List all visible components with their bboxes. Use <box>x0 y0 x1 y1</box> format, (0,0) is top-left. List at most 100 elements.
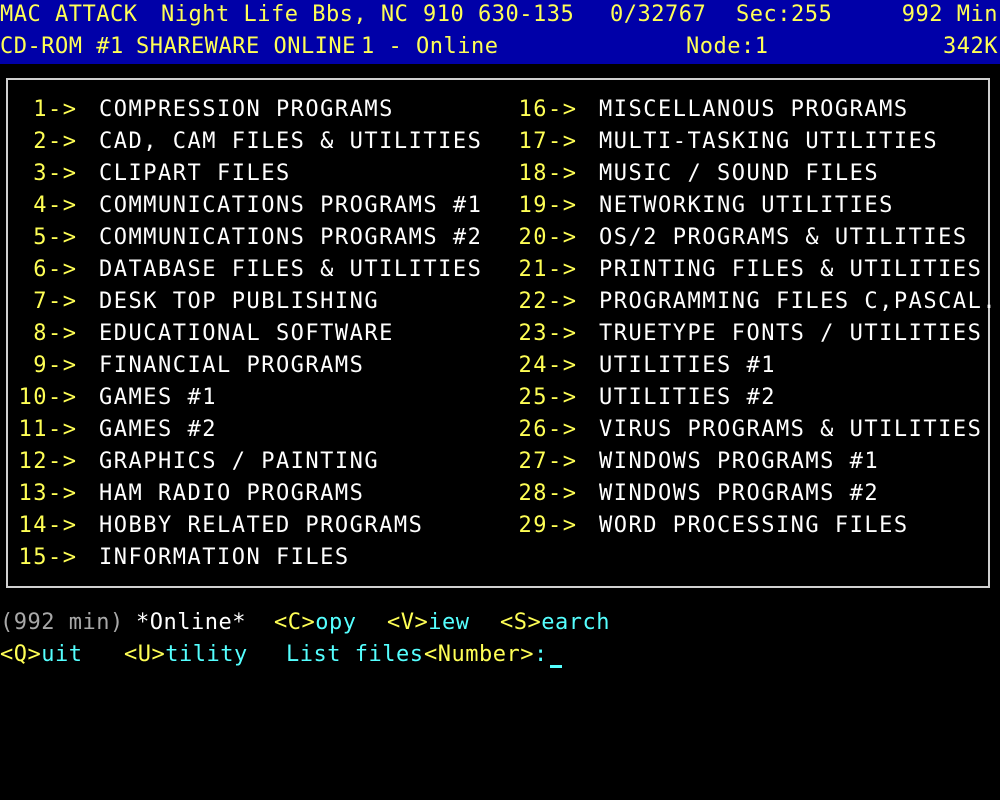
menu-item-arrow: -> <box>48 449 78 474</box>
menu-item-arrow: -> <box>48 193 78 218</box>
menu-item-number: 18 <box>518 161 548 186</box>
menu-item-label: PRINTING FILES & UTILITIES <box>599 257 983 282</box>
time-remaining: (992 min) <box>0 610 124 635</box>
menu-item-arrow: -> <box>548 129 578 154</box>
menu-item-arrow: -> <box>548 97 578 122</box>
menu-item-number: 1 <box>33 97 48 122</box>
menu-item-arrow: -> <box>48 129 78 154</box>
menu-item-label: INFORMATION FILES <box>99 545 350 570</box>
menu-item-number: 14 <box>18 513 48 538</box>
menu-item-number: 5 <box>33 225 48 250</box>
bbs-name: Night Life Bbs, NC <box>161 2 409 27</box>
menu-item-number: 25 <box>518 385 548 410</box>
menu-item-label: COMPRESSION PROGRAMS <box>99 97 394 122</box>
text-cursor <box>550 665 562 668</box>
menu-item-arrow: -> <box>548 193 578 218</box>
menu-item-number: 4 <box>33 193 48 218</box>
menu-item-arrow: -> <box>48 481 78 506</box>
menu-item-arrow: -> <box>48 513 78 538</box>
menu-item-label: HOBBY RELATED PROGRAMS <box>99 513 424 538</box>
menu-item-label: NETWORKING UTILITIES <box>599 193 894 218</box>
menu-item-number: 9 <box>33 353 48 378</box>
board-name: MAC ATTACK <box>0 2 138 27</box>
menu-item-label: UTILITIES #1 <box>599 353 776 378</box>
menu-item-number: 15 <box>18 545 48 570</box>
menu-item-arrow: -> <box>548 449 578 474</box>
menu-item-number: 12 <box>18 449 48 474</box>
menu-item-arrow: -> <box>48 353 78 378</box>
security-level: Sec:255 <box>736 2 833 27</box>
menu-item-arrow: -> <box>48 97 78 122</box>
caller-count: 0/32767 <box>610 2 707 27</box>
quit-command[interactable]: <Q>uit <box>0 639 83 671</box>
menu-item-number: 6 <box>33 257 48 282</box>
menu-item-number: 16 <box>518 97 548 122</box>
conference-name: SHAREWARE ONLINE <box>136 34 356 59</box>
menu-item-label: WINDOWS PROGRAMS #2 <box>599 481 880 506</box>
menu-item-label: PROGRAMMING FILES C,PASCAL.. <box>599 289 1000 314</box>
menu-item-arrow: -> <box>548 225 578 250</box>
menu-item-arrow: -> <box>548 353 578 378</box>
menu-item-label: WINDOWS PROGRAMS #1 <box>599 449 880 474</box>
menu-item-arrow: -> <box>548 417 578 442</box>
menu-item-arrow: -> <box>48 417 78 442</box>
menu-item-label: MULTI-TASKING UTILITIES <box>599 129 939 154</box>
menu-item-number: 29 <box>518 513 548 538</box>
menu-item-arrow: -> <box>548 481 578 506</box>
menu-item-arrow: -> <box>48 385 78 410</box>
menu-item-number: 10 <box>18 385 48 410</box>
menu-item-number: 2 <box>33 129 48 154</box>
menu-item-number: 23 <box>518 321 548 346</box>
menu-item-label: TRUETYPE FONTS / UTILITIES <box>599 321 983 346</box>
search-command[interactable]: <S>earch <box>500 607 610 639</box>
menu-item-arrow: -> <box>548 385 578 410</box>
menu-item-number: 27 <box>518 449 548 474</box>
menu-item-number: 22 <box>518 289 548 314</box>
menu-item-label: GRAPHICS / PAINTING <box>99 449 380 474</box>
download-size: 342K <box>943 34 998 59</box>
menu-item-arrow: -> <box>48 225 78 250</box>
menu-item-arrow: -> <box>548 289 578 314</box>
menu-item-label: MISCELLANOUS PROGRAMS <box>599 97 909 122</box>
users-online: 1 - Online <box>361 34 499 59</box>
menu-item-label: OS/2 PROGRAMS & UTILITIES <box>599 225 968 250</box>
online-status: *Online* <box>136 610 246 635</box>
menu-item-number: 28 <box>518 481 548 506</box>
menu-item-label: GAMES #1 <box>99 385 217 410</box>
copy-command[interactable]: <C>opy <box>274 607 357 639</box>
menu-item-arrow: -> <box>48 321 78 346</box>
menu-item-number: 8 <box>33 321 48 346</box>
menu-item-label: CLIPART FILES <box>99 161 291 186</box>
menu-item-label: UTILITIES #2 <box>599 385 776 410</box>
menu-item-number: 11 <box>18 417 48 442</box>
menu-item-number: 19 <box>518 193 548 218</box>
menu-item-label: COMMUNICATIONS PROGRAMS #2 <box>99 225 483 250</box>
menu-item-label: EDUCATIONAL SOFTWARE <box>99 321 394 346</box>
phone-number: 910 630-135 <box>423 2 575 27</box>
status-bar: MAC ATTACK Night Life Bbs, NC 910 630-13… <box>0 0 1000 64</box>
file-area: CD-ROM #1 <box>0 34 124 59</box>
menu-item-label: VIRUS PROGRAMS & UTILITIES <box>599 417 983 442</box>
menu-item-number: 7 <box>33 289 48 314</box>
menu-item-arrow: -> <box>548 321 578 346</box>
menu-item-arrow: -> <box>548 161 578 186</box>
menu-item-number: 17 <box>518 129 548 154</box>
menu-item-number: 21 <box>518 257 548 282</box>
menu-item-label: FINANCIAL PROGRAMS <box>99 353 365 378</box>
menu-item-arrow: -> <box>548 257 578 282</box>
menu-item-label: WORD PROCESSING FILES <box>599 513 909 538</box>
minutes-left: 992 Min <box>901 2 998 27</box>
menu-item-label: HAM RADIO PROGRAMS <box>99 481 365 506</box>
menu-item-number: 20 <box>518 225 548 250</box>
menu-item-label: MUSIC / SOUND FILES <box>599 161 880 186</box>
menu-item-label: DESK TOP PUBLISHING <box>99 289 380 314</box>
menu-item-label: DATABASE FILES & UTILITIES <box>99 257 483 282</box>
menu-item-label: COMMUNICATIONS PROGRAMS #1 <box>99 193 483 218</box>
menu-item-number: 3 <box>33 161 48 186</box>
menu-item-arrow: -> <box>48 161 78 186</box>
view-command[interactable]: <V>iew <box>387 607 470 639</box>
menu-item-arrow: -> <box>48 257 78 282</box>
utility-command[interactable]: <U>tility <box>124 639 248 671</box>
menu-item-arrow: -> <box>48 289 78 314</box>
menu-item-arrow: -> <box>48 545 78 570</box>
